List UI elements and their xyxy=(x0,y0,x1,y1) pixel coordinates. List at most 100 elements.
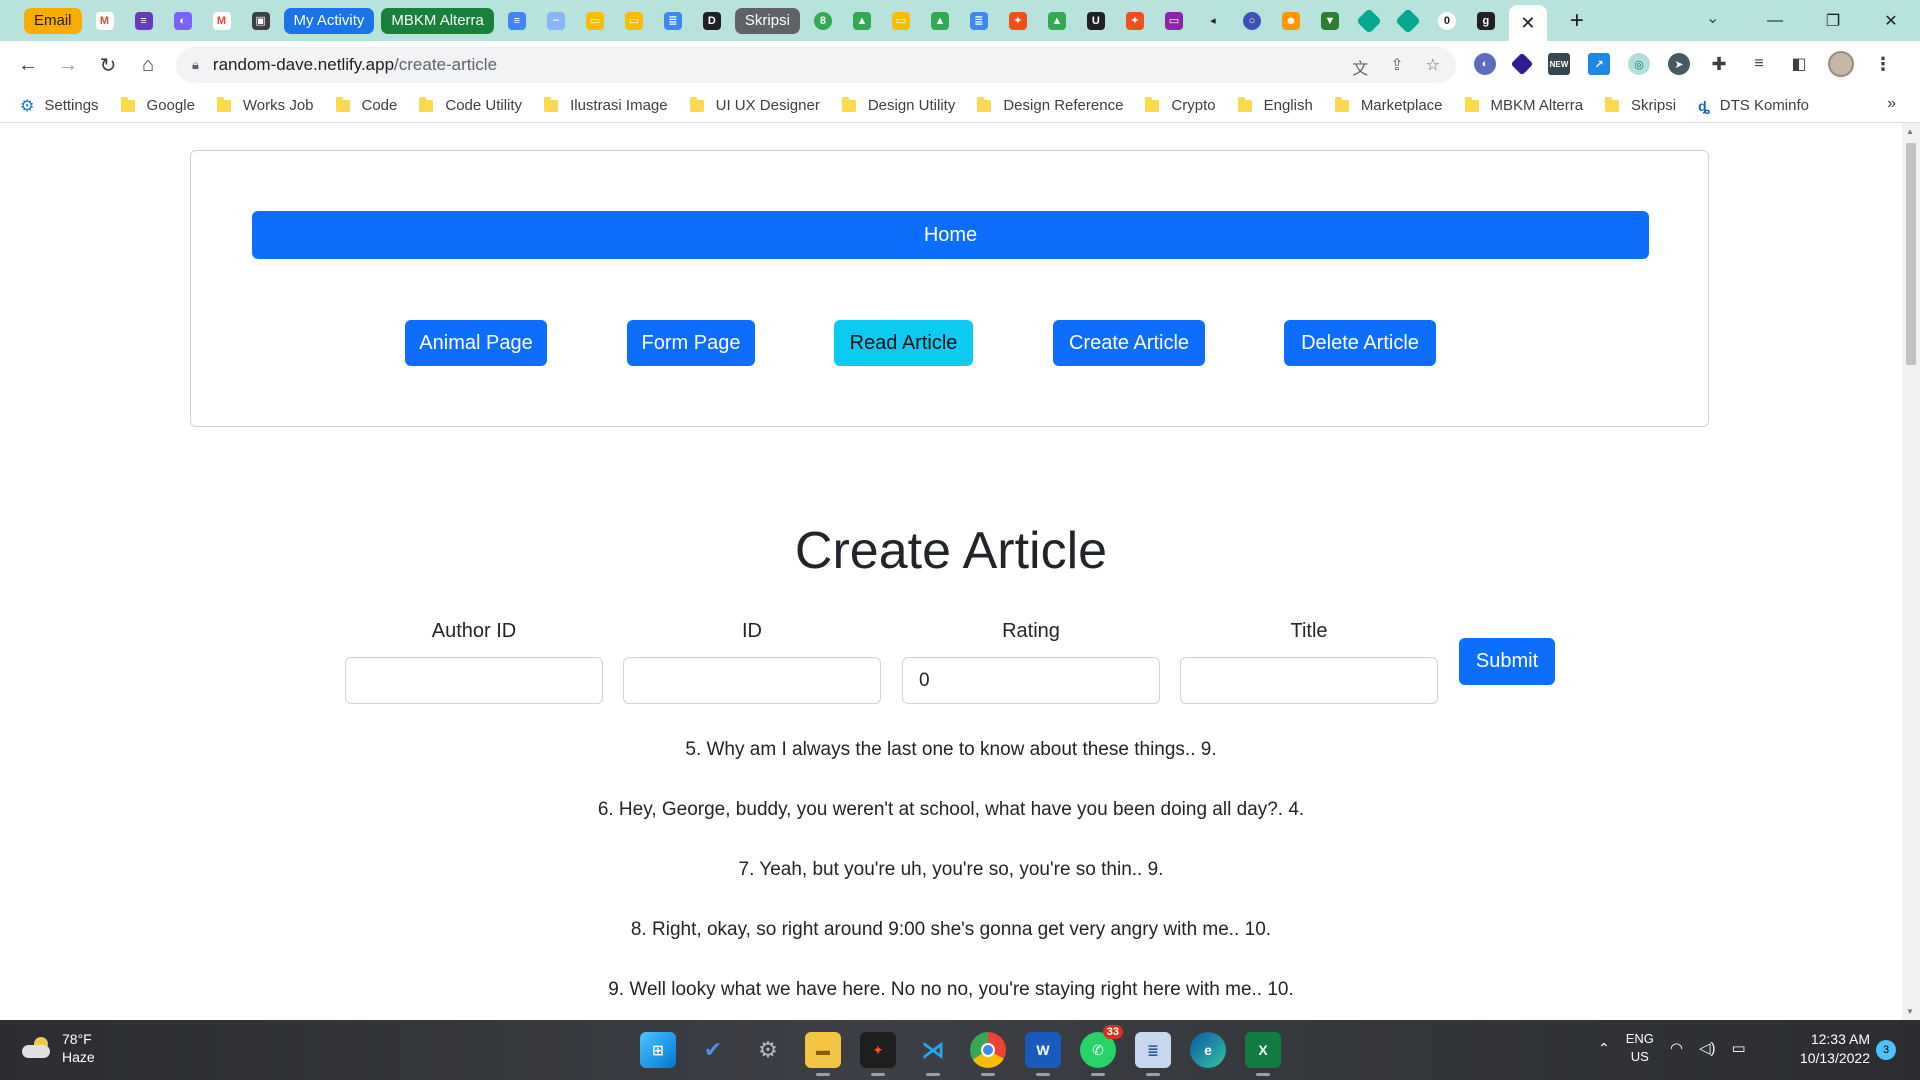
whatsapp-icon[interactable]: ✆ 33 xyxy=(1080,1025,1123,1076)
todo-icon[interactable]: ✔ xyxy=(695,1032,731,1068)
minimize-button[interactable]: — xyxy=(1746,12,1804,30)
tab-2[interactable]: ~ xyxy=(540,6,572,36)
tab-12[interactable]: ✦ xyxy=(1002,6,1034,36)
tab-22[interactable] xyxy=(1392,6,1424,36)
tab-13[interactable]: ▲ xyxy=(1041,6,1073,36)
animal-page-button[interactable]: Animal Page xyxy=(405,320,547,366)
tab-21[interactable] xyxy=(1353,6,1385,36)
title-field[interactable] xyxy=(1180,657,1438,704)
chrome-icon[interactable] xyxy=(970,1032,1006,1076)
settings-gear-icon[interactable]: ⚙ xyxy=(750,1032,786,1068)
edge-icon[interactable]: e xyxy=(1190,1032,1226,1068)
new-tab-button[interactable]: + xyxy=(1562,6,1592,36)
tab-20[interactable]: ▼ xyxy=(1314,6,1346,36)
bookmark-folder[interactable]: Code xyxy=(335,96,397,114)
side-panel-icon[interactable]: ◧ xyxy=(1788,53,1810,75)
tab-app[interactable]: ◐ xyxy=(167,6,199,36)
tab-group-email[interactable]: Email xyxy=(24,7,82,34)
home-button[interactable]: Home xyxy=(252,211,1649,259)
tab-group-skripsi[interactable]: Skripsi xyxy=(734,7,800,34)
back-button[interactable]: ← xyxy=(8,45,48,85)
bookmark-folder[interactable]: MBKM Alterra xyxy=(1464,96,1583,114)
tab-5[interactable]: ≣ xyxy=(657,6,689,36)
bookmark-folder[interactable]: Design Reference xyxy=(977,96,1123,114)
create-article-button[interactable]: Create Article xyxy=(1053,320,1205,366)
read-article-button[interactable]: Read Article xyxy=(834,320,973,366)
extension-icon[interactable]: ◎ xyxy=(1628,53,1650,75)
volume-icon[interactable]: ◁) xyxy=(1699,1039,1716,1057)
tab-24[interactable]: g xyxy=(1470,6,1502,36)
scroll-down-arrow-icon[interactable]: ▼ xyxy=(1906,1007,1914,1016)
tab-group-my-activity[interactable]: My Activity xyxy=(283,7,375,34)
rating-field[interactable] xyxy=(902,657,1160,704)
tab-3[interactable]: ▭ xyxy=(579,6,611,36)
news-extension-icon[interactable]: NEW xyxy=(1548,53,1570,75)
bookmark-folder[interactable]: Marketplace xyxy=(1334,96,1443,114)
file-explorer-icon[interactable]: ▬ xyxy=(805,1032,841,1076)
language-indicator[interactable]: ENG US xyxy=(1626,1030,1654,1066)
wifi-icon[interactable]: ◠ xyxy=(1670,1039,1683,1057)
form-page-button[interactable]: Form Page xyxy=(627,320,755,366)
bookmark-folder[interactable]: Crypto xyxy=(1145,96,1216,114)
system-clock[interactable]: 12:33 AM 10/13/2022 xyxy=(1790,1030,1870,1068)
tab-23[interactable]: 0 xyxy=(1431,6,1463,36)
start-windows-icon[interactable]: ⊞ xyxy=(640,1032,676,1068)
tab-gmail-2[interactable]: M xyxy=(206,6,238,36)
tab-16[interactable]: ▭ xyxy=(1158,6,1190,36)
tab-forms[interactable]: ≡ xyxy=(128,6,160,36)
bookmark-folder[interactable]: Works Job xyxy=(216,96,314,114)
puzzle-icon[interactable]: ✚ xyxy=(1708,53,1730,75)
tab-6[interactable]: D xyxy=(696,6,728,36)
tab-search-chevron-icon[interactable]: ⌄ xyxy=(1706,8,1719,28)
delete-article-button[interactable]: Delete Article xyxy=(1284,320,1436,366)
reload-button[interactable]: ↻ xyxy=(88,45,128,85)
bookmark-folder[interactable]: Google xyxy=(120,96,195,114)
bookmarks-overflow-icon[interactable]: » xyxy=(1887,95,1896,113)
tab-1[interactable]: ≡ xyxy=(501,6,533,36)
cursor-extension-icon[interactable]: ➤ xyxy=(1668,53,1690,75)
extension-icon[interactable] xyxy=(1510,52,1534,76)
profile-avatar[interactable] xyxy=(1828,51,1854,77)
bookmark-star-icon[interactable]: ☆ xyxy=(1426,55,1440,79)
tray-overflow-chevron-icon[interactable]: ⌃ xyxy=(1598,1040,1610,1057)
scrollbar-thumb[interactable] xyxy=(1906,143,1916,365)
tab-15[interactable]: ✦ xyxy=(1119,6,1151,36)
extension-icon[interactable]: ↗ xyxy=(1588,53,1610,75)
notification-count-badge[interactable]: 3 xyxy=(1876,1040,1896,1060)
tab-8[interactable]: ▲ xyxy=(846,6,878,36)
author-id-field[interactable] xyxy=(345,657,603,704)
tab-19[interactable]: ☻ xyxy=(1275,6,1307,36)
share-icon[interactable]: ⇪ xyxy=(1390,55,1403,79)
word-icon[interactable]: W xyxy=(1025,1032,1061,1076)
vscode-icon[interactable]: ⋊ xyxy=(915,1032,951,1076)
tab-4[interactable]: ▭ xyxy=(618,6,650,36)
bookmark-settings[interactable]: ⚙ Settings xyxy=(20,96,99,116)
active-tab-close-button[interactable]: ✕ xyxy=(1508,5,1547,41)
bookmark-folder[interactable]: Code Utility xyxy=(419,96,522,114)
id-field[interactable] xyxy=(623,657,881,704)
bookmark-folder[interactable]: Ilustrasi Image xyxy=(544,96,668,114)
tab-17[interactable]: ◂ xyxy=(1197,6,1229,36)
tab-10[interactable]: ▲ xyxy=(924,6,956,36)
notepad-icon[interactable]: ≣ xyxy=(1135,1032,1171,1076)
address-bar[interactable]: 🔒︎ random-dave.netlify.app/create-articl… xyxy=(176,47,1456,83)
bookmark-folder[interactable]: Skripsi xyxy=(1605,96,1676,114)
tab-14[interactable]: U xyxy=(1080,6,1112,36)
bookmark-dts[interactable]: ȡ DTS Kominfo xyxy=(1698,97,1809,114)
tab-gmail[interactable]: M xyxy=(89,6,121,36)
close-window-button[interactable]: ✕ xyxy=(1862,11,1920,31)
weather-widget[interactable]: 78°F Haze xyxy=(22,1030,95,1066)
submit-button[interactable]: Submit xyxy=(1459,638,1555,685)
tab-18[interactable]: ○ xyxy=(1236,6,1268,36)
forward-button[interactable]: → xyxy=(48,45,88,85)
media-icon[interactable]: ≡ xyxy=(1748,53,1770,75)
extension-icon[interactable]: ◐ xyxy=(1474,53,1496,75)
tab-contacts[interactable]: ▣ xyxy=(245,6,277,36)
bookmark-folder[interactable]: English xyxy=(1237,96,1313,114)
translate-icon[interactable]: 文 xyxy=(1352,55,1368,79)
excel-icon[interactable]: X xyxy=(1245,1032,1281,1076)
tab-9[interactable]: ▭ xyxy=(885,6,917,36)
menu-kebab-icon[interactable]: ⋮ xyxy=(1872,53,1894,75)
bookmark-folder[interactable]: UI UX Designer xyxy=(689,96,820,114)
maximize-button[interactable]: ❐ xyxy=(1804,11,1862,31)
